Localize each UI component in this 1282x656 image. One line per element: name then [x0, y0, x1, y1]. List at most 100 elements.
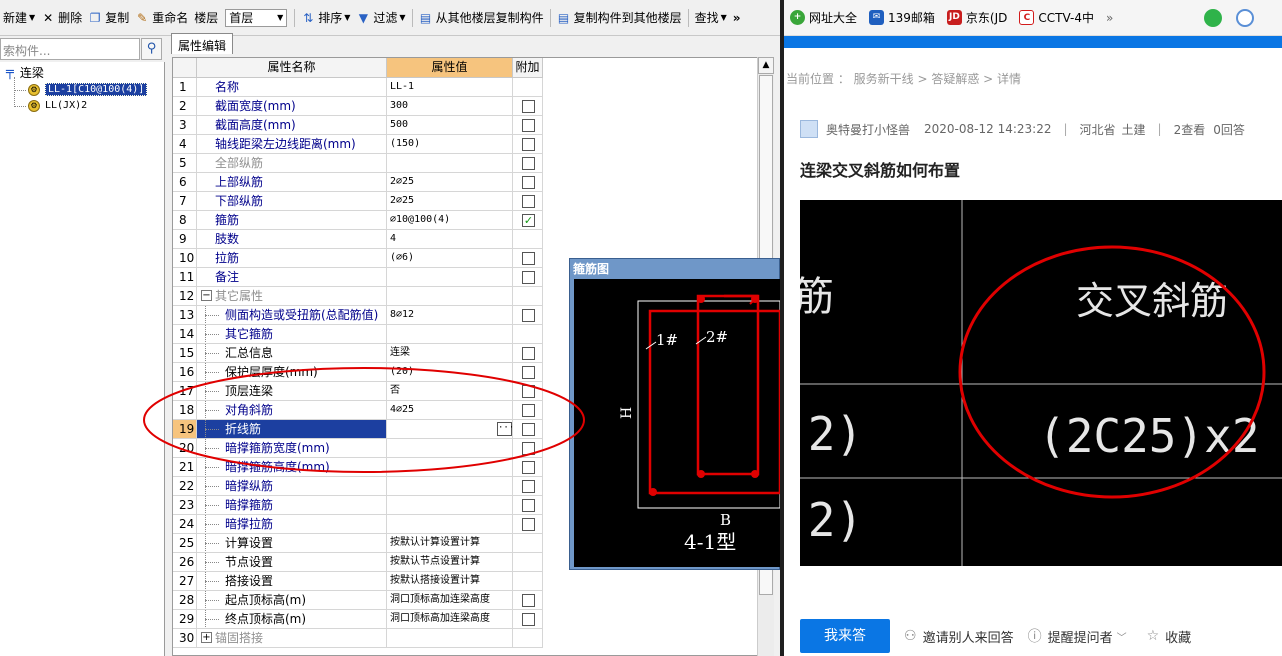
- copy-button[interactable]: ❐ 复制: [85, 7, 132, 29]
- bookmark-link[interactable]: + 网址大全: [790, 9, 857, 26]
- property-name[interactable]: − 其它属性: [197, 287, 387, 306]
- property-name[interactable]: 肢数: [197, 230, 387, 249]
- table-row[interactable]: 7 下部纵筋 2⌀25: [173, 192, 763, 211]
- extra-checkbox[interactable]: [522, 100, 535, 113]
- property-value[interactable]: ···: [387, 420, 513, 439]
- extra-checkbox[interactable]: [522, 176, 535, 189]
- extra-checkbox[interactable]: [522, 138, 535, 151]
- header-extra[interactable]: 附加: [513, 58, 543, 78]
- tab-property-edit[interactable]: 属性编辑: [171, 33, 234, 54]
- rename-button[interactable]: ✎ 重命名: [132, 7, 191, 29]
- property-name[interactable]: 截面高度(mm): [197, 116, 387, 135]
- extra-checkbox[interactable]: [522, 195, 535, 208]
- table-row[interactable]: 5 全部纵筋: [173, 154, 763, 173]
- property-value[interactable]: 按默认节点设置计算: [387, 553, 513, 572]
- property-name[interactable]: 拉筋: [197, 249, 387, 268]
- extra-checkbox[interactable]: [522, 385, 535, 398]
- tree-node-item[interactable]: ⚙ LL-1[C10@100(4)]: [28, 82, 148, 97]
- extra-checkbox[interactable]: [522, 594, 535, 607]
- property-value[interactable]: 洞口顶标高加连梁高度: [387, 591, 513, 610]
- header-property-name[interactable]: 属性名称: [197, 58, 387, 78]
- tree-node-root[interactable]: ╤ 连梁: [6, 65, 44, 80]
- property-name[interactable]: 箍筋: [197, 211, 387, 230]
- property-value[interactable]: 500: [387, 116, 513, 135]
- property-value[interactable]: 按默认搭接设置计算: [387, 572, 513, 591]
- property-name[interactable]: 截面宽度(mm): [197, 97, 387, 116]
- toolbar-overflow-button[interactable]: »: [730, 7, 744, 29]
- property-value[interactable]: [387, 287, 513, 306]
- property-name[interactable]: 保护层厚度(mm): [197, 363, 387, 382]
- delete-button[interactable]: ✕ 删除: [38, 7, 85, 29]
- property-value[interactable]: [387, 268, 513, 287]
- extra-checkbox[interactable]: [522, 404, 535, 417]
- property-value[interactable]: (150): [387, 135, 513, 154]
- property-name[interactable]: 节点设置: [197, 553, 387, 572]
- property-name[interactable]: 其它箍筋: [197, 325, 387, 344]
- copy-from-floor-button[interactable]: ▤ 从其他楼层复制构件: [416, 7, 547, 29]
- extra-checkbox[interactable]: [522, 423, 535, 436]
- table-row[interactable]: 8 箍筋 ⌀10@100(4) ✓: [173, 211, 763, 230]
- extra-checkbox[interactable]: [522, 347, 535, 360]
- property-value[interactable]: 按默认计算设置计算: [387, 534, 513, 553]
- table-row[interactable]: 9 肢数 4: [173, 230, 763, 249]
- property-value[interactable]: 否: [387, 382, 513, 401]
- property-value[interactable]: [387, 515, 513, 534]
- property-name[interactable]: 全部纵筋: [197, 154, 387, 173]
- table-row[interactable]: 2 截面宽度(mm) 300: [173, 97, 763, 116]
- extra-checkbox[interactable]: [522, 499, 535, 512]
- property-value[interactable]: [387, 439, 513, 458]
- sort-button[interactable]: ⇅ 排序 ▼: [298, 7, 353, 29]
- table-row[interactable]: 4 轴线距梁左边线距离(mm) (150): [173, 135, 763, 154]
- search-input[interactable]: 索构件...: [0, 38, 140, 60]
- property-value[interactable]: 300: [387, 97, 513, 116]
- collapse-icon[interactable]: −: [201, 290, 212, 301]
- property-value[interactable]: 8⌀12: [387, 306, 513, 325]
- property-name[interactable]: 终点顶标高(m): [197, 610, 387, 629]
- expand-icon[interactable]: +: [201, 632, 212, 643]
- author-name[interactable]: 奥特曼打小怪兽: [826, 121, 910, 138]
- property-name[interactable]: 上部纵筋: [197, 173, 387, 192]
- tree-node-item[interactable]: ⚙ LL(JX)2: [28, 98, 87, 113]
- extra-checkbox[interactable]: [522, 518, 535, 531]
- header-property-value[interactable]: 属性值: [387, 58, 513, 78]
- question-cad-image[interactable]: 筋 交叉斜筋 (2) (2C25)x2 (2): [800, 200, 1282, 566]
- table-row[interactable]: 27 搭接设置 按默认搭接设置计算: [173, 572, 763, 591]
- bookmark-link[interactable]: C CCTV-4中: [1019, 9, 1094, 26]
- property-value[interactable]: 4: [387, 230, 513, 249]
- property-name[interactable]: 侧面构造或受扭筋(总配筋值): [197, 306, 387, 325]
- ellipsis-button[interactable]: ···: [497, 422, 512, 436]
- property-value[interactable]: 4⌀25: [387, 401, 513, 420]
- property-value[interactable]: [387, 154, 513, 173]
- extra-checkbox[interactable]: [522, 366, 535, 379]
- table-row[interactable]: 3 截面高度(mm) 500: [173, 116, 763, 135]
- extra-checkbox[interactable]: ✓: [522, 214, 535, 227]
- property-name[interactable]: 暗撑箍筋: [197, 496, 387, 515]
- property-value[interactable]: 洞口顶标高加连梁高度: [387, 610, 513, 629]
- property-name[interactable]: 暗撑箍筋宽度(mm): [197, 439, 387, 458]
- floor-select[interactable]: 首层 ▼: [225, 8, 288, 27]
- bookmarks-overflow-button[interactable]: »: [1106, 11, 1113, 25]
- extra-checkbox[interactable]: [522, 613, 535, 626]
- property-value[interactable]: (20): [387, 363, 513, 382]
- table-row[interactable]: 29 终点顶标高(m) 洞口顶标高加连梁高度: [173, 610, 763, 629]
- collect-button[interactable]: ☆ 收藏: [1147, 627, 1192, 646]
- property-name[interactable]: 暗撑箍筋高度(mm): [197, 458, 387, 477]
- answer-button[interactable]: 我来答: [800, 619, 890, 653]
- property-name[interactable]: 计算设置: [197, 534, 387, 553]
- extra-checkbox[interactable]: [522, 442, 535, 455]
- extra-checkbox[interactable]: [522, 157, 535, 170]
- property-value[interactable]: [387, 458, 513, 477]
- property-name[interactable]: 起点顶标高(m): [197, 591, 387, 610]
- find-button[interactable]: 查找 ▼: [692, 7, 730, 29]
- extra-checkbox[interactable]: [522, 252, 535, 265]
- property-value[interactable]: 2⌀25: [387, 192, 513, 211]
- property-name[interactable]: 轴线距梁左边线距离(mm): [197, 135, 387, 154]
- table-row[interactable]: 28 起点顶标高(m) 洞口顶标高加连梁高度: [173, 591, 763, 610]
- property-name[interactable]: 折线筋: [197, 420, 387, 439]
- property-value[interactable]: [387, 477, 513, 496]
- property-value[interactable]: [387, 325, 513, 344]
- property-value[interactable]: [387, 496, 513, 515]
- property-value[interactable]: (⌀6): [387, 249, 513, 268]
- chat-icon[interactable]: [1204, 9, 1222, 27]
- property-value[interactable]: LL-1: [387, 78, 513, 97]
